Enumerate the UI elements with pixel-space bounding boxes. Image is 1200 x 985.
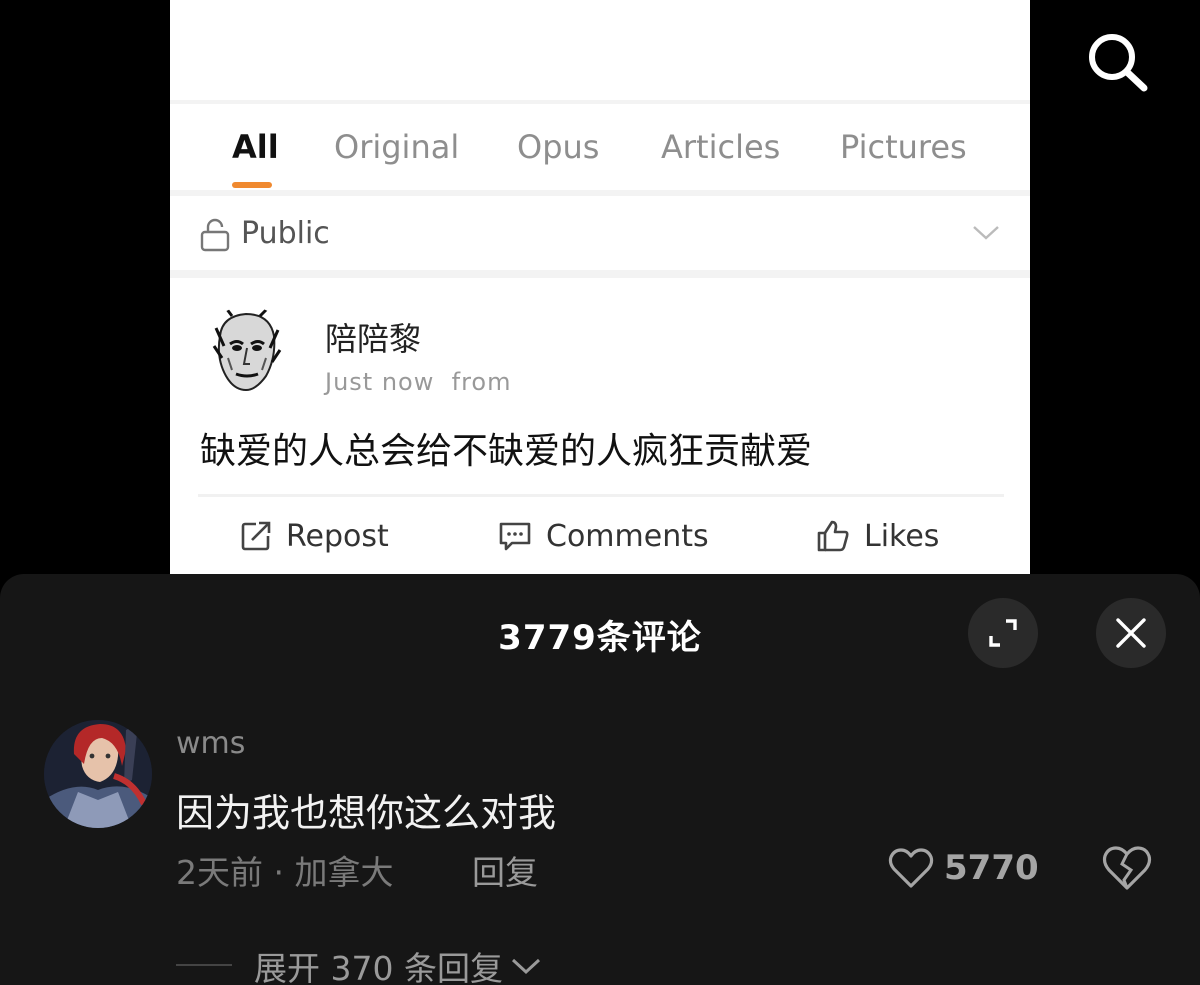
post-time: Just now <box>325 368 435 396</box>
reply-button[interactable]: 回复 <box>472 846 538 894</box>
comment-username[interactable]: wms <box>176 726 245 761</box>
close-icon <box>1116 618 1146 648</box>
comments-sheet: 3779条评论 wms 因为我也想你这么对我 2天前 · 加拿大 回复 5770… <box>0 574 1200 985</box>
divider <box>170 270 1030 278</box>
visibility-selector[interactable]: Public <box>170 196 1030 270</box>
visibility-label: Public <box>241 216 330 251</box>
chevron-down-icon <box>511 958 540 975</box>
active-tab-indicator <box>232 182 272 188</box>
post-author-avatar[interactable] <box>202 306 292 396</box>
divider <box>198 494 1004 497</box>
expand-replies-button[interactable]: 展开 370 条回复 <box>254 946 543 985</box>
search-button[interactable] <box>1080 28 1156 98</box>
broken-heart-icon <box>1102 846 1152 890</box>
comment-text: 因为我也想你这么对我 <box>176 791 557 835</box>
chevron-down-icon <box>973 226 999 240</box>
repost-label: Repost <box>286 518 389 554</box>
comment-dislike-button[interactable] <box>1102 844 1152 892</box>
post-actions: Repost Comments Likes <box>170 500 1030 576</box>
lock-open-icon <box>200 218 230 252</box>
comments-button[interactable]: Comments <box>498 516 709 556</box>
search-icon <box>1089 34 1148 92</box>
commenter-avatar[interactable] <box>44 720 152 828</box>
likes-button[interactable]: Likes <box>816 516 939 556</box>
comment-like-button[interactable]: 5770 <box>888 844 1039 892</box>
divider <box>176 964 232 966</box>
post-source: from <box>451 368 512 396</box>
heart-icon <box>888 848 934 888</box>
likes-label: Likes <box>864 518 940 554</box>
comment-like-count: 5770 <box>944 848 1039 888</box>
thumbs-up-icon <box>817 520 849 552</box>
comment-meta: 2天前 · 加拿大 <box>176 853 394 892</box>
expand-icon <box>989 619 1017 647</box>
post-card: All Original Opus Articles Pictures Publ… <box>170 0 1030 576</box>
post-author-name[interactable]: 陪陪黎 <box>325 314 421 360</box>
post-content: 缺爱的人总会给不缺爱的人疯狂贡献爱 <box>200 431 813 472</box>
tab-bar: All Original Opus Articles Pictures <box>170 104 1030 192</box>
comment-icon <box>499 522 531 551</box>
avatar-sketch-image <box>202 306 292 396</box>
tab-all[interactable]: All <box>232 128 279 172</box>
tab-opus[interactable]: Opus <box>517 128 599 172</box>
tab-pictures[interactable]: Pictures <box>840 128 967 172</box>
tab-articles[interactable]: Articles <box>661 128 780 172</box>
repost-button[interactable]: Repost <box>240 516 389 556</box>
expand-replies-label: 展开 370 条回复 <box>254 949 503 985</box>
avatar-character-image <box>44 720 152 828</box>
tab-original[interactable]: Original <box>334 128 459 172</box>
expand-button[interactable] <box>968 598 1038 668</box>
repost-icon <box>241 521 271 551</box>
close-button[interactable] <box>1096 598 1166 668</box>
comments-label: Comments <box>546 518 709 554</box>
post-meta: Just now from <box>325 368 511 396</box>
